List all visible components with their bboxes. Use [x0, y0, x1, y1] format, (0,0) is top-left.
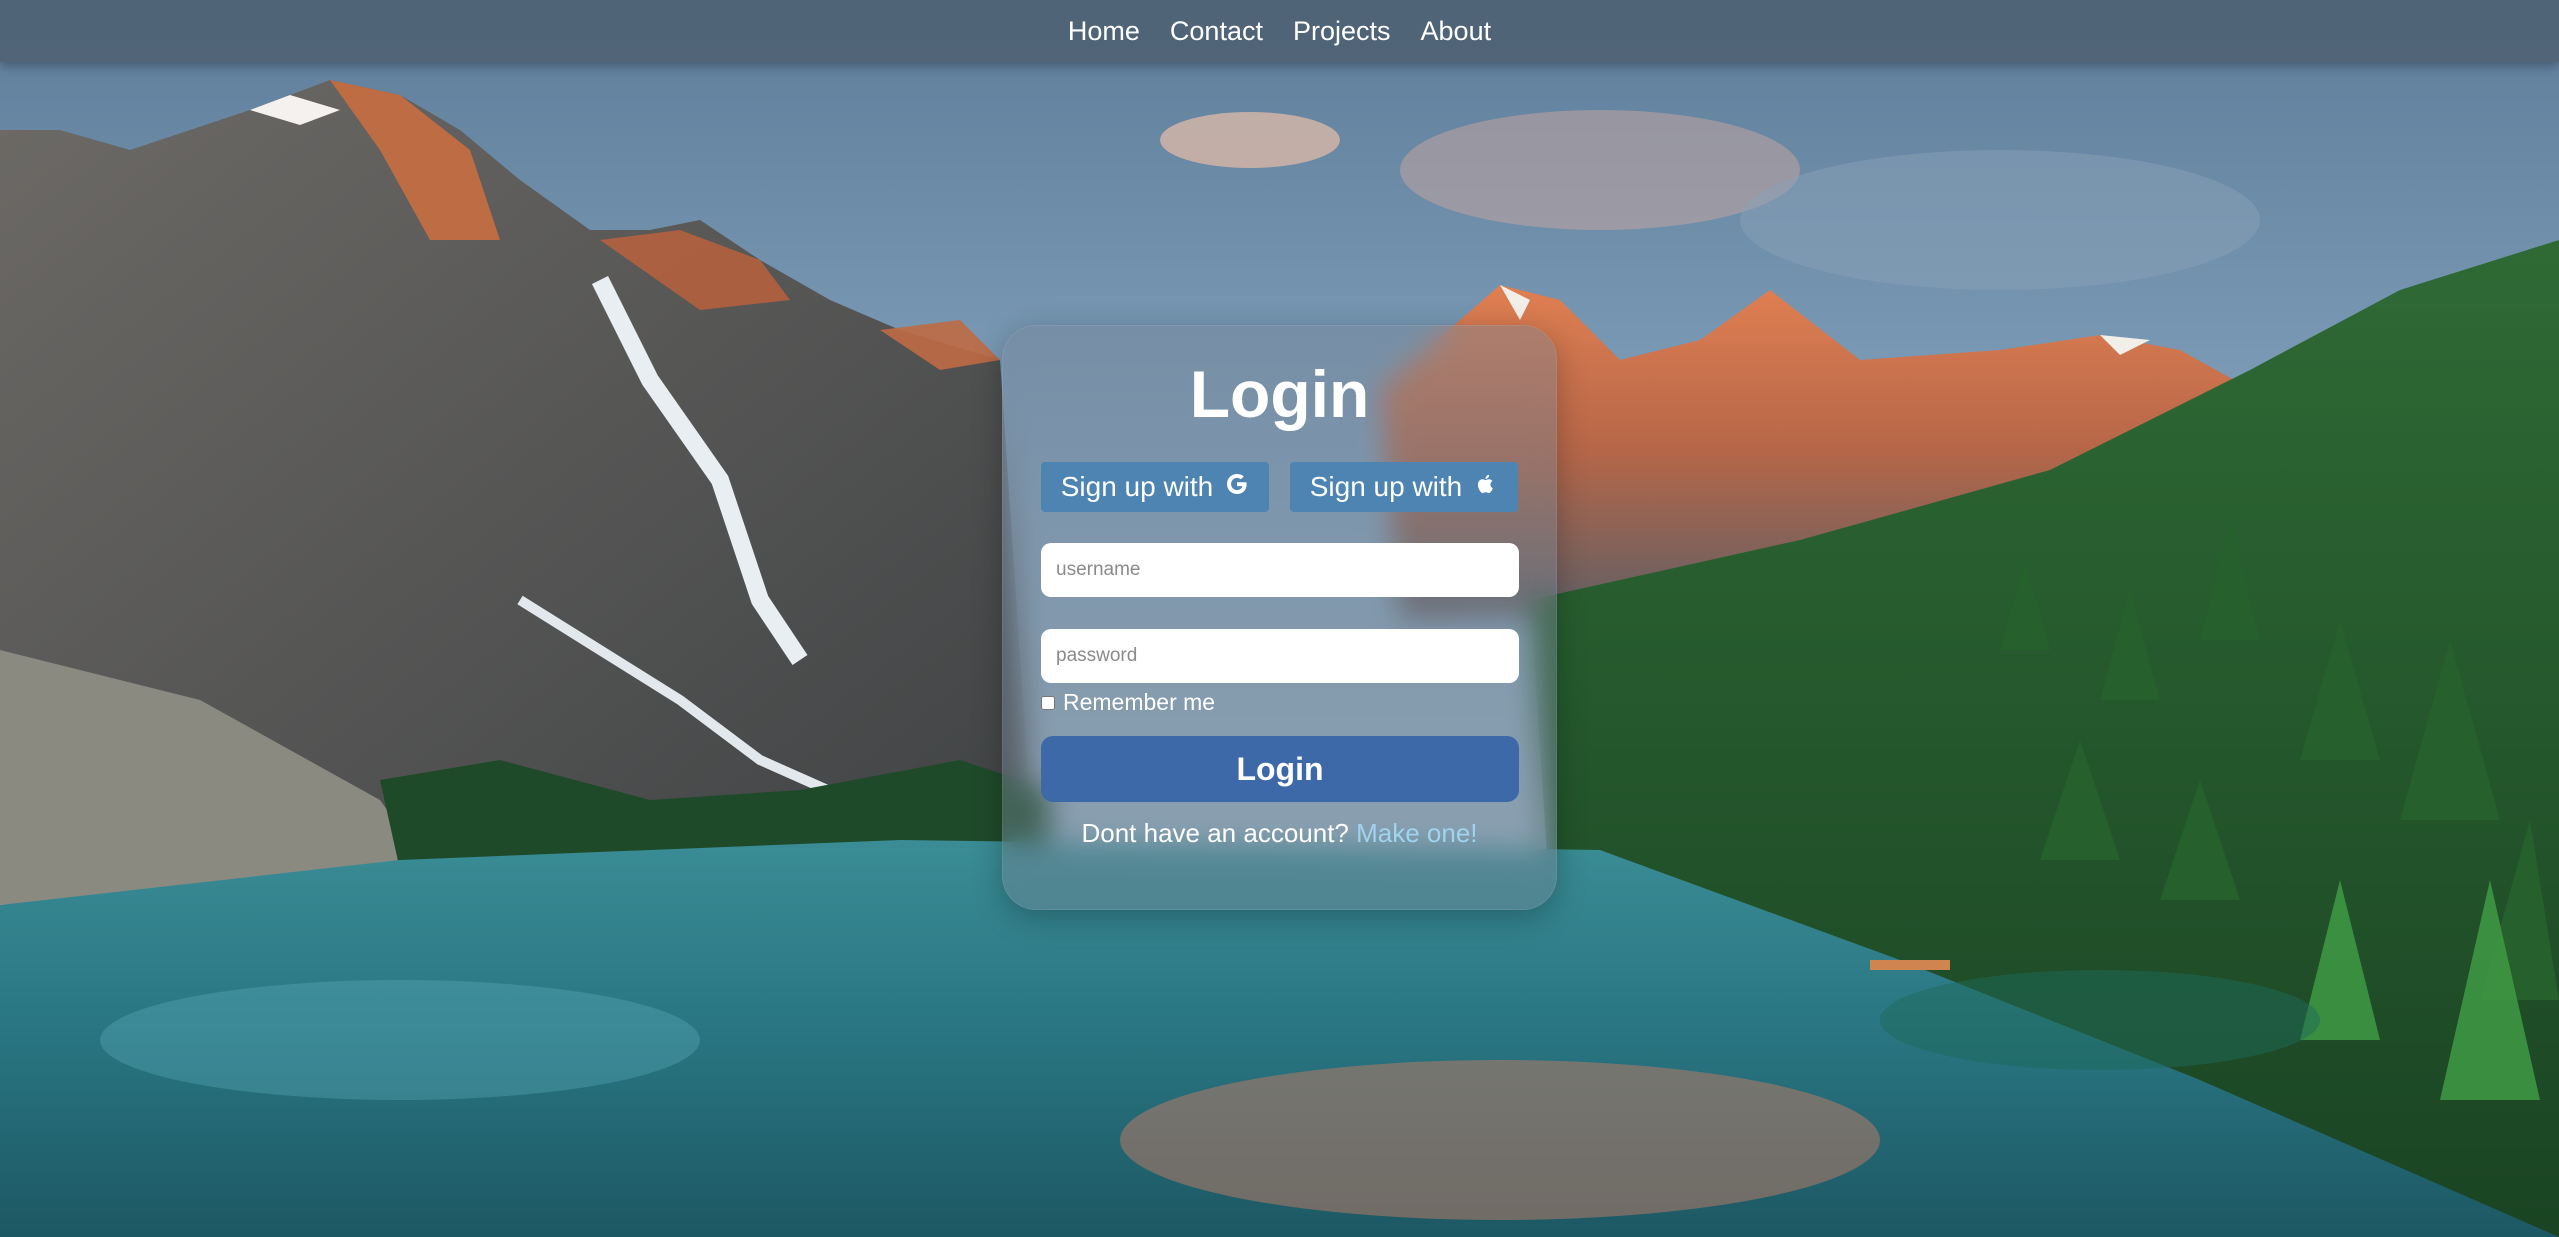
nav-link-projects[interactable]: Projects	[1293, 0, 1391, 62]
remember-me-label: Remember me	[1063, 689, 1216, 715]
signup-prompt-text: Dont have an account?	[1081, 818, 1357, 848]
apple-signup-button[interactable]: Sign up with	[1290, 462, 1518, 512]
signup-prompt-row: Dont have an account? Make one!	[1041, 818, 1518, 849]
nav-link-home[interactable]: Home	[1068, 0, 1140, 62]
username-input[interactable]	[1041, 543, 1519, 597]
login-card: Login Sign up with Sign up with Remember…	[1002, 325, 1557, 910]
remember-me-row[interactable]: Remember me	[1041, 689, 1518, 716]
google-signup-label: Sign up with	[1060, 471, 1214, 502]
apple-signup-label: Sign up with	[1309, 471, 1463, 502]
remember-me-checkbox[interactable]	[1041, 695, 1055, 710]
social-signup-row: Sign up with Sign up with	[1041, 462, 1518, 512]
nav-link-about[interactable]: About	[1421, 0, 1492, 62]
login-submit-button[interactable]: Login	[1041, 736, 1519, 802]
nav-link-contact[interactable]: Contact	[1170, 0, 1263, 62]
google-icon	[1225, 471, 1249, 503]
apple-icon	[1474, 471, 1498, 503]
signup-link[interactable]: Make one!	[1356, 818, 1477, 848]
password-input[interactable]	[1041, 629, 1519, 683]
google-signup-button[interactable]: Sign up with	[1041, 462, 1269, 512]
login-title: Login	[1189, 357, 1370, 431]
top-navbar: Home Contact Projects About	[0, 0, 2559, 62]
